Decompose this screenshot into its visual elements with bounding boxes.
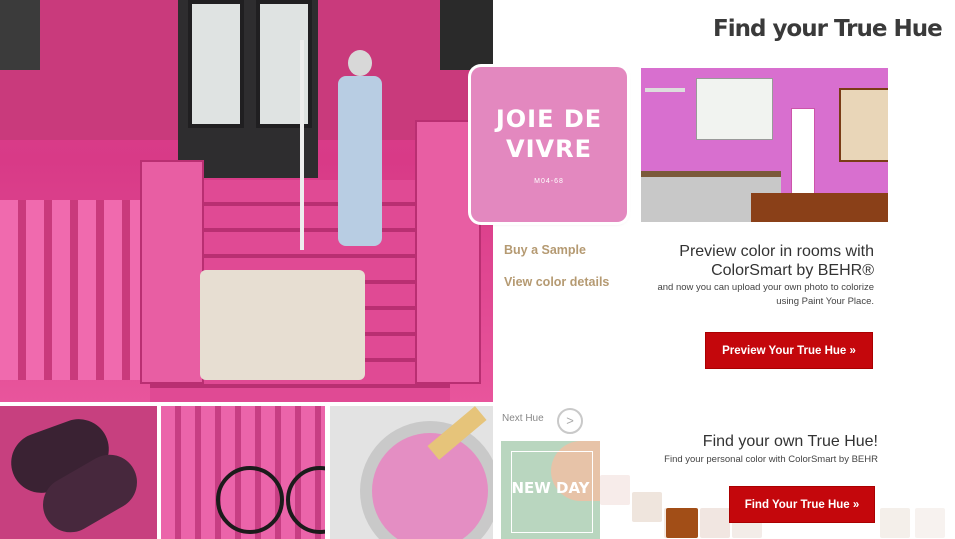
bicycle-thumbnail[interactable] xyxy=(161,406,325,539)
sneakers-thumbnail[interactable] xyxy=(0,406,157,539)
next-hue-name: NEW DAY xyxy=(511,479,590,497)
swatch-name: JOIE DE VIVRE xyxy=(495,105,603,163)
preview-title-line1: Preview color in rooms with xyxy=(679,243,874,260)
room-preview-image[interactable] xyxy=(641,68,888,222)
find-subtitle: Find your personal color with ColorSmart… xyxy=(664,454,878,465)
swatch-code: M04-68 xyxy=(534,178,564,185)
color-swatch-card[interactable]: JOIE DE VIVRE M04-68 xyxy=(471,67,627,222)
page-title: Find your True Hue xyxy=(713,16,943,42)
preview-true-hue-button[interactable]: Preview Your True Hue » xyxy=(705,332,873,369)
next-hue-arrow-icon[interactable]: > xyxy=(557,408,583,434)
find-true-hue-button[interactable]: Find Your True Hue » xyxy=(729,486,875,523)
find-title: Find your own True Hue! xyxy=(702,433,878,450)
buy-sample-link[interactable]: Buy a Sample xyxy=(504,243,586,257)
preview-sub-line2: using Paint Your Place. xyxy=(776,296,874,307)
preview-title-line2: ColorSmart by BEHR® xyxy=(711,262,874,279)
next-hue-thumbnail[interactable]: NEW DAY xyxy=(501,441,600,539)
hero-photo xyxy=(0,0,493,402)
view-color-details-link[interactable]: View color details xyxy=(504,275,609,289)
paint-can-thumbnail[interactable] xyxy=(330,406,493,539)
next-hue-label: Next Hue xyxy=(502,413,544,424)
preview-title: Preview color in rooms with ColorSmart b… xyxy=(640,242,874,280)
preview-subtitle: and now you can upload your own photo to… xyxy=(620,281,874,309)
preview-sub-line1: and now you can upload your own photo to… xyxy=(657,282,874,293)
